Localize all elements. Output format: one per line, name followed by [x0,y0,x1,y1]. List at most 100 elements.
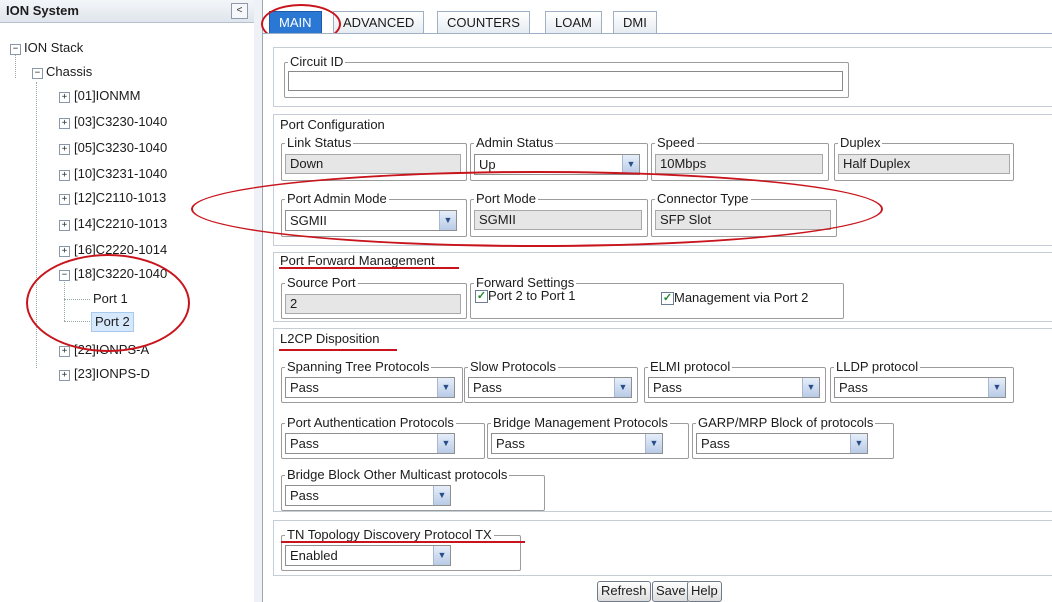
chevron-down-icon[interactable]: ▼ [437,378,454,397]
chevron-down-icon[interactable]: ▼ [433,546,450,565]
tree-node-port-1[interactable]: Port 1 [93,290,128,308]
lldp-fieldset: LLDP protocol Pass ▼ [830,360,1014,403]
garp-select[interactable]: Pass ▼ [696,433,868,454]
tree-node-module[interactable]: [10]C3231-1040 [74,165,167,183]
chevron-down-icon[interactable]: ▼ [645,434,662,453]
speed-value: 10Mbps [655,154,823,174]
management-via-port2-label: Management via Port 2 [674,290,809,305]
tree-guide-line [64,299,90,300]
expand-icon[interactable]: + [59,220,70,231]
expand-icon[interactable]: + [59,92,70,103]
tree-node-module[interactable]: [23]IONPS-D [74,365,150,383]
expand-icon[interactable]: + [59,194,70,205]
lldp-select[interactable]: Pass ▼ [834,377,1006,398]
port2-to-port1-label: Port 2 to Port 1 [488,288,576,303]
tree-node-module[interactable]: [03]C3230-1040 [74,113,167,131]
tree-node-module[interactable]: [12]C2110-1013 [74,189,166,207]
chevron-down-icon[interactable]: ▼ [433,486,450,505]
expand-icon[interactable]: + [59,118,70,129]
duplex-fieldset: Duplex Half Duplex [834,136,1014,181]
bridge-block-label: Bridge Block Other Multicast protocols [285,467,510,482]
chevron-down-icon[interactable]: ▼ [802,378,819,397]
expand-icon[interactable]: + [59,170,70,181]
tree-node-module[interactable]: [14]C2210-1013 [74,215,167,233]
tree-node-port-2-selected[interactable]: Port 2 [91,312,134,332]
port-auth-label: Port Authentication Protocols [285,415,456,430]
tree-node-module-expanded[interactable]: [18]C3220-1040 [74,265,167,283]
tree-node-module[interactable]: [22]IONPS-A [74,341,149,359]
admin-status-select[interactable]: Up ▼ [474,154,640,175]
bridge-block-value: Pass [290,488,319,503]
chevron-down-icon[interactable]: ▼ [437,434,454,453]
duplex-value: Half Duplex [838,154,1010,174]
tn-topology-fieldset: TN Topology Discovery Protocol TX Enable… [281,528,521,571]
tree-panel: ION System < − ION Stack − Chassis + [01… [0,0,255,602]
tree-node-ion-stack[interactable]: ION Stack [24,39,83,57]
tab-loam[interactable]: LOAM [545,11,602,34]
chevron-down-icon[interactable]: ▼ [622,155,639,174]
source-port-fieldset: Source Port 2 [281,276,467,319]
collapse-icon[interactable]: − [32,68,43,79]
stp-label: Spanning Tree Protocols [285,359,432,374]
port-mode-label: Port Mode [474,191,538,206]
garp-value: Pass [701,436,730,451]
duplex-label: Duplex [838,135,883,150]
tab-dmi[interactable]: DMI [613,11,657,34]
panel-title: ION System [6,3,79,18]
source-port-label: Source Port [285,275,358,290]
expand-icon[interactable]: + [59,246,70,257]
circuit-id-label: Circuit ID [288,54,346,69]
chevron-down-icon[interactable]: ▼ [614,378,631,397]
tree-node-module[interactable]: [16]C2220-1014 [74,241,167,259]
port-admin-mode-select[interactable]: SGMII ▼ [285,210,457,231]
elmi-select[interactable]: Pass ▼ [648,377,820,398]
bridge-mgmt-select[interactable]: Pass ▼ [491,433,663,454]
circuit-id-section: Circuit ID [273,47,1052,107]
bridge-mgmt-value: Pass [496,436,525,451]
collapse-icon[interactable]: − [10,44,21,55]
garp-label: GARP/MRP Block of protocols [696,415,876,430]
port-auth-select[interactable]: Pass ▼ [285,433,455,454]
port-forward-section: Port Forward Management Source Port 2 Fo… [273,252,1052,322]
tn-topology-select[interactable]: Enabled ▼ [285,545,451,566]
panel-splitter[interactable] [254,0,263,602]
save-button[interactable]: Save [652,581,690,602]
stp-value: Pass [290,380,319,395]
bridge-block-select[interactable]: Pass ▼ [285,485,451,506]
expand-icon[interactable]: + [59,144,70,155]
tree-guide-line [64,321,90,322]
bridge-block-fieldset: Bridge Block Other Multicast protocols P… [281,468,545,511]
circuit-id-input[interactable] [288,71,843,91]
tab-counters[interactable]: COUNTERS [437,11,530,34]
tree-panel-header: ION System < [0,0,254,23]
help-button[interactable]: Help [687,581,722,602]
port-configuration-section: Port Configuration Link Status Down Admi… [273,114,1052,246]
slow-protocols-label: Slow Protocols [468,359,558,374]
collapse-panel-icon[interactable]: < [231,3,248,19]
link-status-fieldset: Link Status Down [281,136,467,181]
tree-guide-line [36,82,37,368]
checkbox-checked-icon[interactable]: ✓ [661,292,674,305]
elmi-fieldset: ELMI protocol Pass ▼ [644,360,826,403]
stp-select[interactable]: Pass ▼ [285,377,455,398]
tree-node-chassis[interactable]: Chassis [46,63,92,81]
refresh-button[interactable]: Refresh [597,581,651,602]
expand-icon[interactable]: + [59,370,70,381]
connector-type-fieldset: Connector Type SFP Slot [651,192,837,237]
section-title: Port Forward Management [279,253,436,268]
collapse-icon[interactable]: − [59,270,70,281]
chevron-down-icon[interactable]: ▼ [988,378,1005,397]
expand-icon[interactable]: + [59,346,70,357]
bridge-mgmt-fieldset: Bridge Management Protocols Pass ▼ [487,416,689,459]
checkbox-checked-icon[interactable]: ✓ [475,290,488,303]
tree-node-module[interactable]: [05]C3230-1040 [74,139,167,157]
tab-main[interactable]: MAIN [269,11,322,34]
chevron-down-icon[interactable]: ▼ [850,434,867,453]
section-title: L2CP Disposition [279,331,381,346]
tree-node-module[interactable]: [01]IONMM [74,87,140,105]
tab-advanced[interactable]: ADVANCED [333,11,425,34]
elmi-label: ELMI protocol [648,359,733,374]
slow-protocols-select[interactable]: Pass ▼ [468,377,632,398]
chevron-down-icon[interactable]: ▼ [439,211,456,230]
tn-topology-label: TN Topology Discovery Protocol TX [285,527,494,542]
